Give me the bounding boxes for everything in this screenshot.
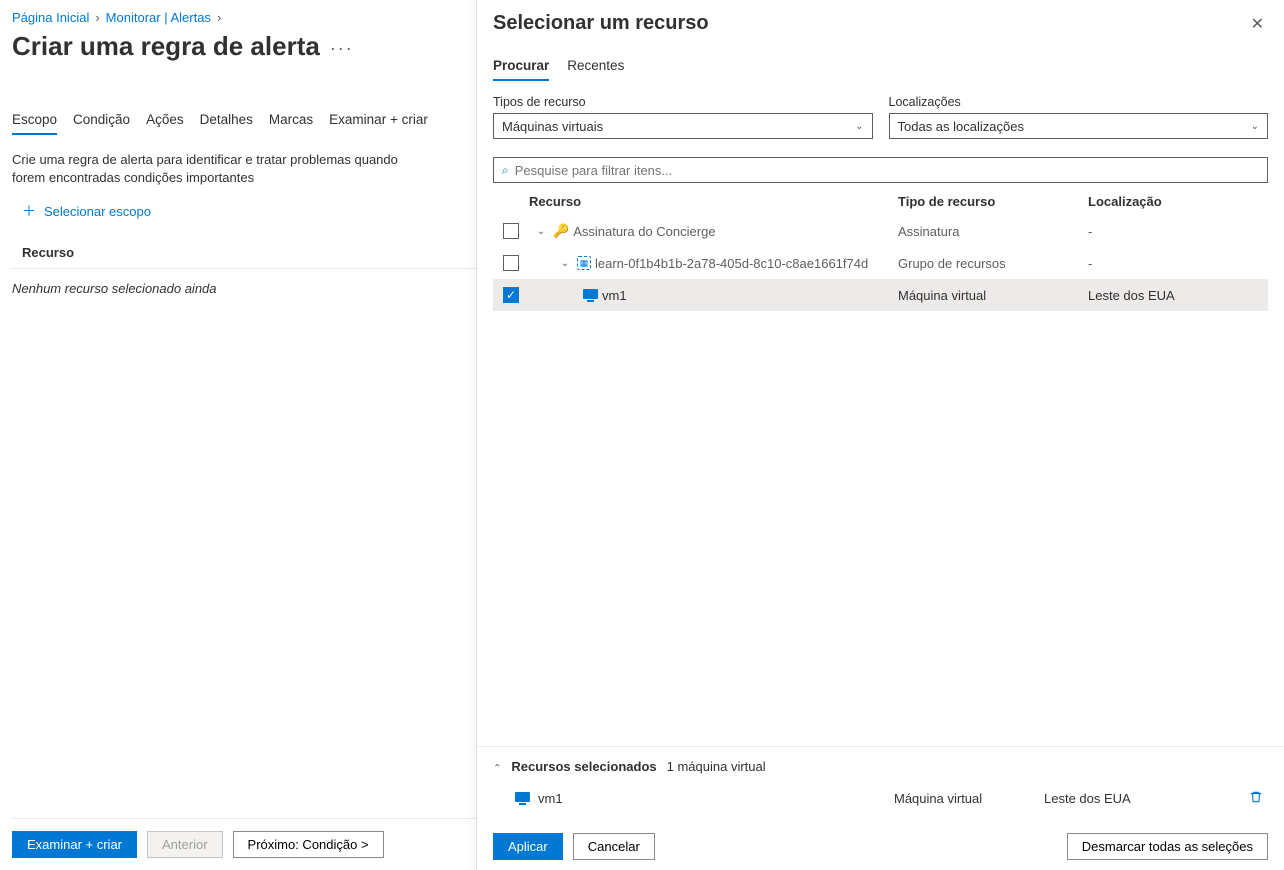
subscription-type: Assinatura xyxy=(898,224,1088,239)
vm-icon xyxy=(515,792,530,805)
chevron-up-icon[interactable]: ⌄ xyxy=(493,761,501,772)
table-row[interactable]: ⌄ 🔑 Assinatura do Concierge Assinatura - xyxy=(493,215,1268,247)
resource-type-label: Tipos de recurso xyxy=(493,95,873,109)
tab-review[interactable]: Examinar + criar xyxy=(329,112,428,135)
vm-type: Máquina virtual xyxy=(898,288,1088,303)
blade-tab-recent[interactable]: Recentes xyxy=(567,58,624,81)
col-header-location: Localização xyxy=(1088,194,1268,209)
subscription-name: Assinatura do Concierge xyxy=(573,224,715,239)
apply-button[interactable]: Aplicar xyxy=(493,833,563,860)
more-icon[interactable]: ··· xyxy=(330,38,354,59)
selected-item-type: Máquina virtual xyxy=(894,791,1044,806)
vm-name: vm1 xyxy=(602,288,627,303)
vm-location: Leste dos EUA xyxy=(1088,288,1268,303)
plus-icon: ＋ xyxy=(22,201,36,221)
table-row[interactable]: vm1 Máquina virtual Leste dos EUA xyxy=(493,279,1268,311)
chevron-down-icon[interactable]: ⌄ xyxy=(535,226,547,237)
tab-details[interactable]: Detalhes xyxy=(200,112,253,135)
selected-resources-count: 1 máquina virtual xyxy=(667,759,766,774)
resource-type-value: Máquinas virtuais xyxy=(502,119,603,134)
resource-group-location: - xyxy=(1088,256,1268,271)
review-create-button[interactable]: Examinar + criar xyxy=(12,831,137,858)
tab-condition[interactable]: Condição xyxy=(73,112,130,135)
key-icon: 🔑 xyxy=(553,223,569,239)
table-row[interactable]: ⌄ ▦ learn-0f1b4b1b-2a78-405d-8c10-c8ae16… xyxy=(493,247,1268,279)
select-resource-blade: Selecionar um recurso ✕ Procurar Recente… xyxy=(476,0,1284,870)
select-scope-label: Selecionar escopo xyxy=(44,204,151,219)
col-header-type: Tipo de recurso xyxy=(898,194,1088,209)
chevron-right-icon: › xyxy=(95,10,99,25)
chevron-down-icon: ⌄ xyxy=(855,121,863,132)
scope-description: Crie uma regra de alerta para identifica… xyxy=(12,151,432,187)
selected-item-location: Leste dos EUA xyxy=(1044,791,1244,806)
chevron-right-icon: › xyxy=(217,10,221,25)
vm-icon xyxy=(583,289,598,302)
selected-item-row: vm1 Máquina virtual Leste dos EUA xyxy=(493,774,1268,817)
location-value: Todas as localizações xyxy=(898,119,1024,134)
location-select[interactable]: Todas as localizações ⌄ xyxy=(889,113,1269,139)
breadcrumb-home[interactable]: Página Inicial xyxy=(12,10,89,25)
resource-group-name: learn-0f1b4b1b-2a78-405d-8c10-c8ae1661f7… xyxy=(595,256,868,271)
checkbox-checked[interactable] xyxy=(503,287,519,303)
close-icon[interactable]: ✕ xyxy=(1247,12,1268,36)
cancel-button[interactable]: Cancelar xyxy=(573,833,655,860)
resource-group-type: Grupo de recursos xyxy=(898,256,1088,271)
chevron-down-icon: ⌄ xyxy=(1251,121,1259,132)
location-label: Localizações xyxy=(889,95,1269,109)
resource-type-select[interactable]: Máquinas virtuais ⌄ xyxy=(493,113,873,139)
previous-button: Anterior xyxy=(147,831,223,858)
checkbox[interactable] xyxy=(503,255,519,271)
search-icon: ⌕ xyxy=(502,163,509,178)
tab-scope[interactable]: Escopo xyxy=(12,112,57,135)
page-title: Criar uma regra de alerta xyxy=(12,31,320,62)
col-header-resource: Recurso xyxy=(529,194,898,209)
blade-tab-search[interactable]: Procurar xyxy=(493,58,549,81)
tab-tags[interactable]: Marcas xyxy=(269,112,313,135)
selected-item-name: vm1 xyxy=(538,791,563,806)
search-box[interactable]: ⌕ xyxy=(493,157,1268,183)
deselect-all-button[interactable]: Desmarcar todas as seleções xyxy=(1067,833,1268,860)
breadcrumb-monitor-alerts[interactable]: Monitorar | Alertas xyxy=(106,10,211,25)
tab-actions[interactable]: Ações xyxy=(146,112,184,135)
subscription-location: - xyxy=(1088,224,1268,239)
search-input[interactable] xyxy=(515,163,1259,178)
next-button[interactable]: Próximo: Condição > xyxy=(233,831,384,858)
checkbox[interactable] xyxy=(503,223,519,239)
selected-resources-label: Recursos selecionados xyxy=(511,759,656,774)
resource-group-icon: ▦ xyxy=(577,256,591,270)
delete-icon[interactable] xyxy=(1244,790,1268,807)
blade-title: Selecionar um recurso xyxy=(493,12,709,35)
chevron-down-icon[interactable]: ⌄ xyxy=(559,258,571,269)
